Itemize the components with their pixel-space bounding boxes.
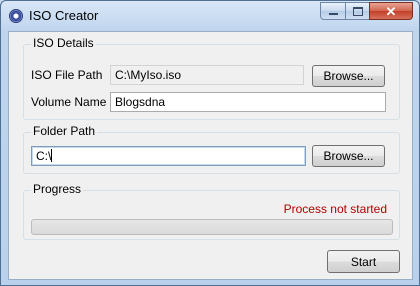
maximize-icon xyxy=(352,6,363,16)
volume-name-input[interactable]: Blogsdna xyxy=(110,92,386,112)
folder-path-group: Folder Path C:\ Browse... xyxy=(23,124,400,174)
window-title: ISO Creator xyxy=(29,8,99,23)
iso-browse-label: Browse... xyxy=(323,69,374,83)
iso-file-path-label: ISO File Path xyxy=(31,68,103,82)
folder-browse-button[interactable]: Browse... xyxy=(312,145,385,167)
iso-file-path-field: C:\MyIso.iso xyxy=(110,65,304,85)
title-bar[interactable]: ISO Creator ✕ xyxy=(1,1,419,31)
folder-path-title: Folder Path xyxy=(31,124,98,138)
folder-browse-label: Browse... xyxy=(323,149,374,163)
folder-path-value: C:\ xyxy=(36,149,52,163)
progress-group: Progress Process not started xyxy=(23,182,400,240)
volume-name-label: Volume Name xyxy=(31,95,107,109)
progress-title: Progress xyxy=(31,182,84,196)
caption-buttons: ✕ xyxy=(320,2,413,22)
iso-details-group: ISO Details ISO File Path C:\MyIso.iso B… xyxy=(23,36,400,120)
minimize-icon xyxy=(328,13,338,15)
volume-name-value: Blogsdna xyxy=(115,95,166,109)
iso-browse-button[interactable]: Browse... xyxy=(312,65,385,87)
iso-file-path-value: C:\MyIso.iso xyxy=(115,68,182,82)
close-button[interactable]: ✕ xyxy=(369,2,413,20)
iso-details-title: ISO Details xyxy=(31,36,96,50)
minimize-button[interactable] xyxy=(320,2,346,20)
client-area: ISO Details ISO File Path C:\MyIso.iso B… xyxy=(8,31,413,280)
start-button[interactable]: Start xyxy=(327,250,400,273)
progress-bar xyxy=(31,219,393,235)
text-caret xyxy=(51,149,53,162)
start-label: Start xyxy=(350,254,377,269)
folder-path-input[interactable]: C:\ xyxy=(31,146,306,166)
close-icon: ✕ xyxy=(385,3,397,19)
app-disc-icon xyxy=(9,9,23,23)
progress-status: Process not started xyxy=(283,202,387,216)
iso-creator-window: ISO Creator ✕ ISO Details ISO File Path … xyxy=(0,0,420,286)
maximize-button[interactable] xyxy=(345,2,370,20)
